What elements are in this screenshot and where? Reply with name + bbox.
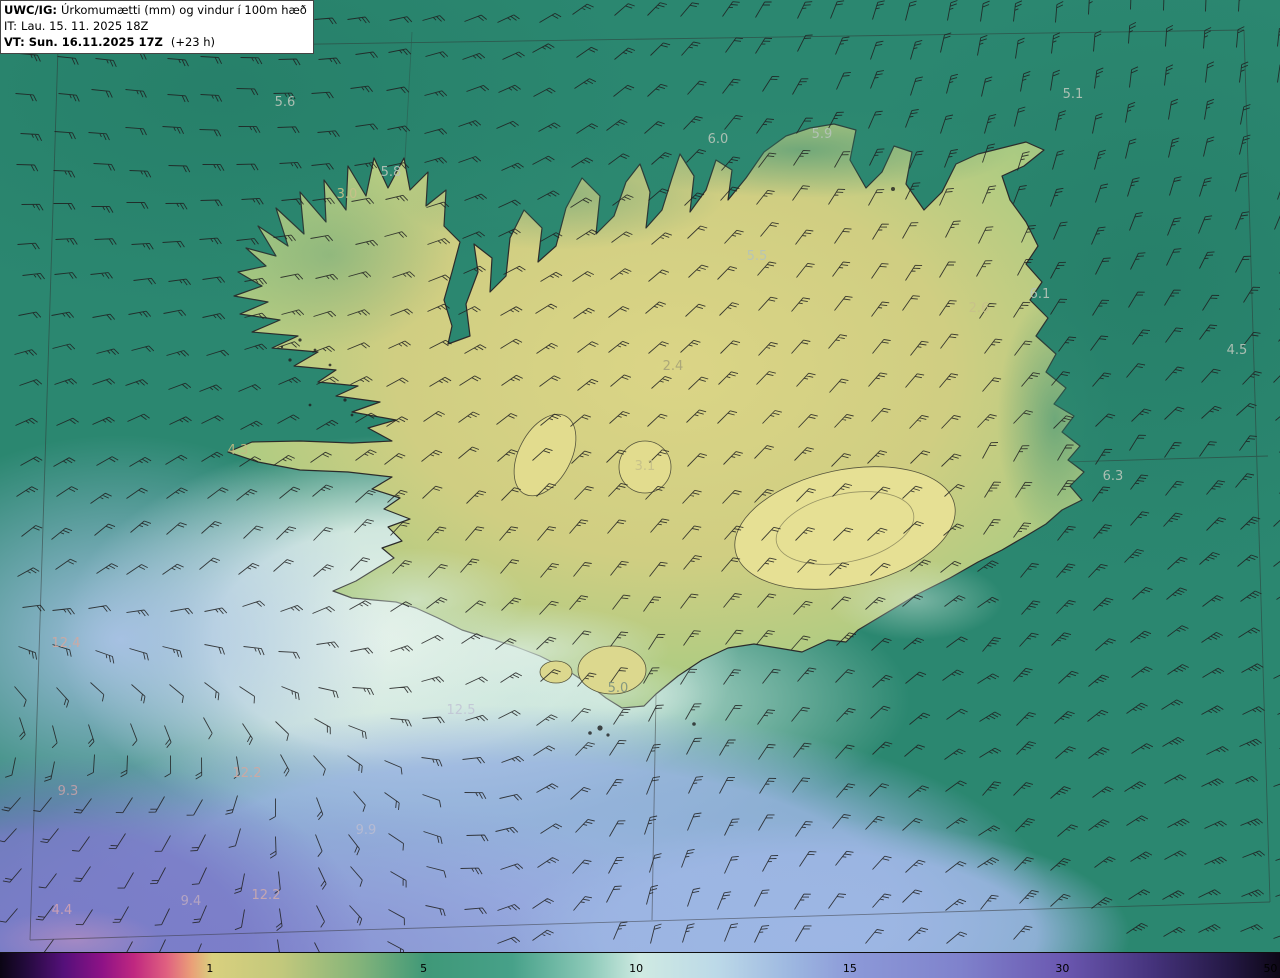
header-title-line: UWC/IG: Úrkomumætti (mm) og vindur í 100m…	[4, 2, 307, 18]
colorbar-tick-label: 15	[842, 962, 857, 975]
precip-value-label: 6.3	[1103, 469, 1124, 484]
precip-value-label: 5.0	[608, 681, 629, 696]
colorbar-tick-label: 1	[206, 962, 214, 975]
colorbar-tick-label: 10	[629, 962, 644, 975]
colorbar-tick-label: 50	[1263, 962, 1278, 975]
precip-value-label: 5.9	[812, 127, 833, 142]
precip-value-label: 5.5	[747, 249, 768, 264]
precip-value-label: 9.3	[58, 784, 79, 799]
init-label: IT:	[4, 19, 18, 34]
precip-value-label: 4.5	[1227, 343, 1248, 358]
precip-value-label: 9.4	[181, 894, 202, 909]
precip-value-label: 9.9	[356, 823, 377, 838]
colorbar-ticks: 1 5 10 15 30 50	[0, 953, 1280, 978]
colorbar-tick-label: 5	[420, 962, 428, 975]
precip-value-label: 4.4	[52, 903, 73, 918]
precip-value-label: 12.2	[233, 766, 262, 781]
header-init-line: IT: Lau. 15. 11. 2025 18Z	[4, 18, 307, 34]
precip-value-label: 5.6	[275, 95, 296, 110]
precip-value-label: 3.0	[337, 187, 358, 202]
valid-offset: (+23 h)	[170, 35, 216, 50]
header-valid-line: VT: Sun. 16.11.2025 17Z (+23 h)	[4, 34, 307, 50]
model-label: UWC/IG:	[4, 3, 57, 17]
precip-value-label: 12.4	[52, 636, 81, 651]
precip-value-label: 2.6	[969, 301, 990, 316]
init-time: Lau. 15. 11. 2025 18Z	[21, 19, 149, 34]
valid-time: Sun. 16.11.2025 17Z	[28, 35, 163, 50]
precip-value-label: 12.2	[252, 888, 281, 903]
precip-colorbar: 1 5 10 15 30 50	[0, 952, 1280, 978]
weather-map-stage: 5.6 5.8 3.0 6.0 5.9 5.5 5.1 2.6 6.1 4.5 2.4 4.3 3.1 6…	[0, 0, 1280, 978]
colorbar-tick-label: 30	[1055, 962, 1070, 975]
forecast-header: UWC/IG: Úrkomumætti (mm) og vindur í 100m…	[0, 0, 314, 55]
precip-value-label: 2.4	[663, 359, 684, 374]
map-canvas: 5.6 5.8 3.0 6.0 5.9 5.5 5.1 2.6 6.1 4.5 2.4 4.3 3.1 6…	[0, 0, 1280, 952]
precip-value-label: 6.0	[708, 132, 729, 147]
valid-label: VT:	[4, 35, 25, 50]
precip-value-label: 5.1	[1063, 87, 1084, 102]
title-text: Úrkomumætti (mm) og vindur í 100m hæð	[60, 3, 307, 17]
precip-value-label: 5.8	[381, 165, 402, 180]
precip-value-label: 12.5	[447, 703, 476, 718]
precip-value-label: 3.1	[635, 459, 656, 474]
precip-value-label: 4.3	[228, 443, 249, 458]
precip-value-label: 6.1	[1030, 287, 1051, 302]
